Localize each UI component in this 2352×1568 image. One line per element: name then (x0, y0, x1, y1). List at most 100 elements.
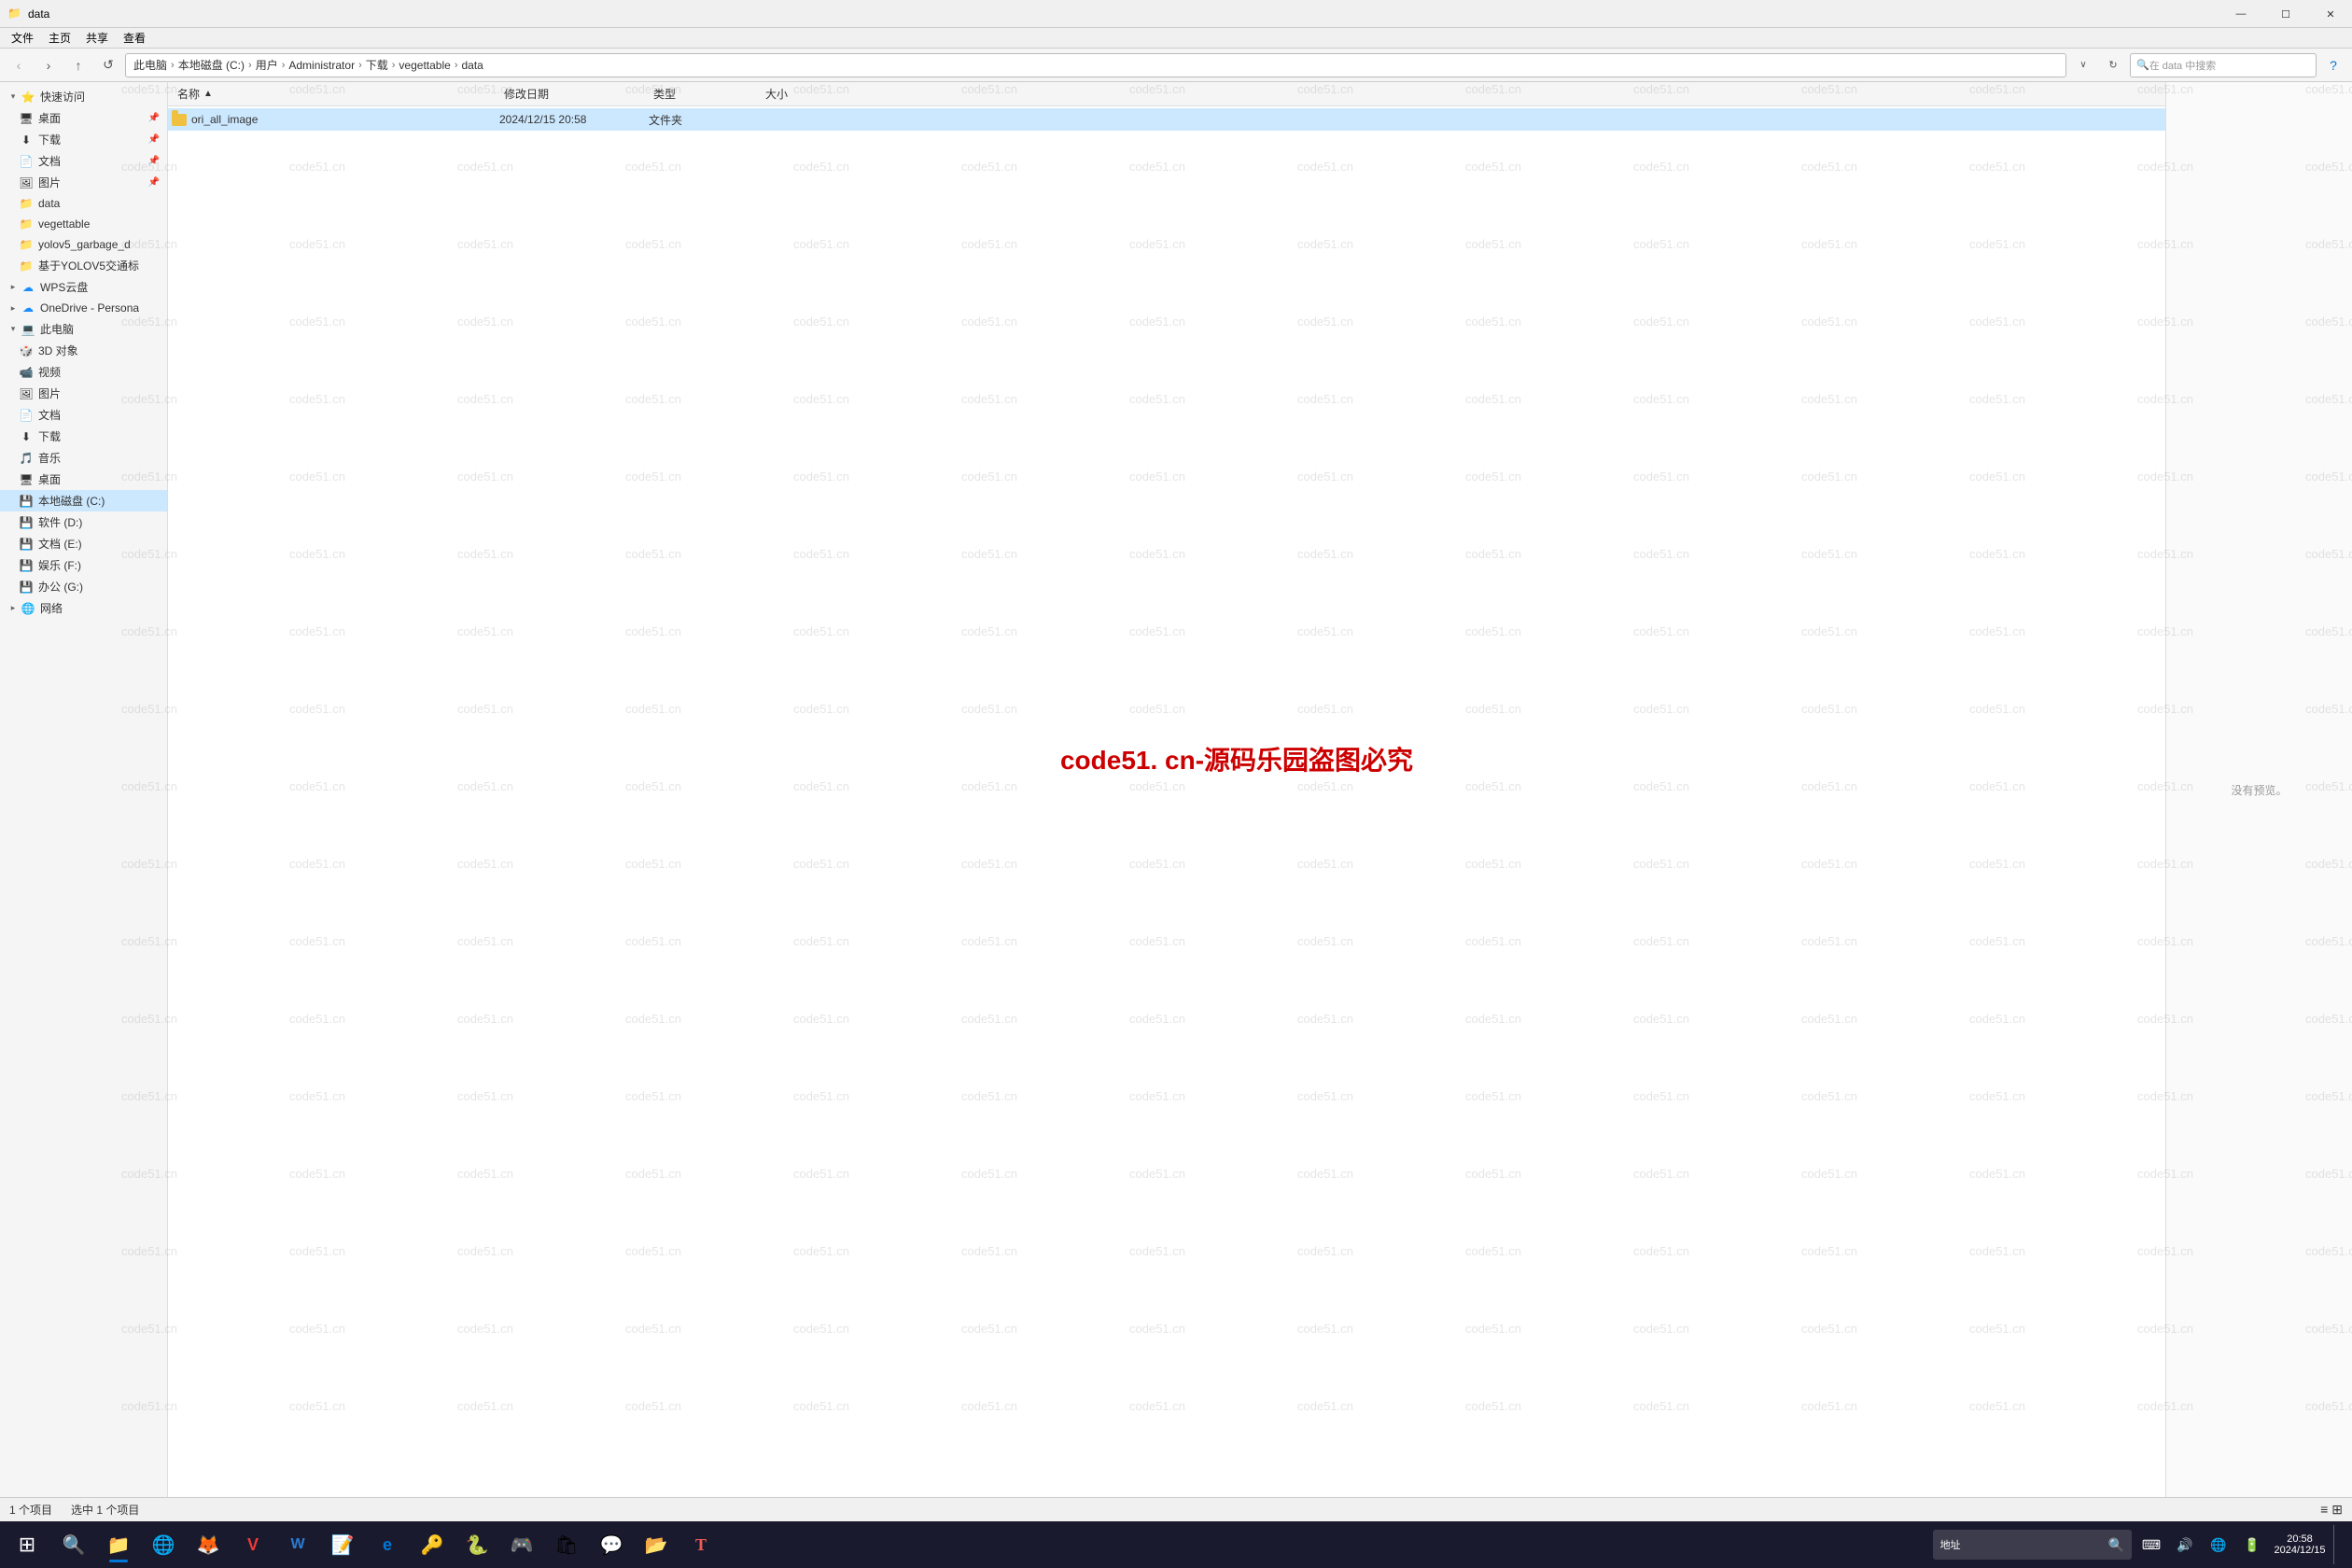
taskbar-address-input[interactable] (1965, 1538, 2105, 1551)
sidebar-item-jiyu[interactable]: 📁 基于YOLOV5交通标 (0, 255, 167, 276)
col-header-name[interactable]: 名称 ▲ (172, 82, 498, 105)
sidebar-downloads2[interactable]: ⬇ 下载 (0, 426, 167, 447)
sidebar-item-yolov5[interactable]: 📁 yolov5_garbage_d (0, 234, 167, 255)
sidebar-3d-objects[interactable]: 🎲 3D 对象 (0, 340, 167, 361)
sidebar-item-desktop[interactable]: 🖥 桌面 📌 (0, 107, 167, 129)
taskbar-wechat[interactable]: 💬 (590, 1525, 633, 1564)
address-part-1[interactable]: 本地磁盘 (C:) (178, 57, 245, 73)
forward-button[interactable]: › (35, 52, 62, 78)
address-part-3[interactable]: Administrator (288, 59, 355, 72)
taskbar-volume-icon[interactable]: 🔊 (2171, 1525, 2199, 1564)
sidebar-software-d[interactable]: 💾 软件 (D:) (0, 511, 167, 533)
network-expander: ▸ (7, 603, 19, 614)
sidebar-local-c[interactable]: 💾 本地磁盘 (C:) (0, 490, 167, 511)
sidebar-item-documents[interactable]: 📄 文档 📌 (0, 150, 167, 172)
table-row[interactable]: ori_all_image 2024/12/15 20:58 文件夹 (168, 108, 2165, 131)
taskbar-edge[interactable]: e (366, 1525, 409, 1564)
minimize-button[interactable]: — (2219, 0, 2262, 28)
back-button[interactable]: ‹ (6, 52, 32, 78)
address-part-4[interactable]: 下载 (366, 57, 388, 73)
help-button[interactable]: ? (2320, 52, 2346, 78)
address-bar[interactable]: 此电脑 › 本地磁盘 (C:) › 用户 › Administrator › 下… (125, 53, 2066, 77)
address-part-0[interactable]: 此电脑 (133, 57, 167, 73)
col-header-type[interactable]: 类型 (648, 82, 760, 105)
taskbar-explorer[interactable]: 📁 (97, 1525, 140, 1564)
taskbar-keyboard-icon[interactable]: ⌨ (2137, 1525, 2165, 1564)
taskbar-store[interactable]: 🛍 (545, 1525, 588, 1564)
taskbar-notes[interactable]: 📝 (321, 1525, 364, 1564)
refresh-button[interactable]: ↺ (95, 52, 121, 78)
title-bar: 📁 data — ☐ ✕ (0, 0, 2352, 28)
close-button[interactable]: ✕ (2309, 0, 2352, 28)
taskbar-battery-icon[interactable]: 🔋 (2238, 1525, 2266, 1564)
sidebar-docs2[interactable]: 📄 文档 (0, 404, 167, 426)
sidebar-office-g[interactable]: 💾 办公 (G:) (0, 576, 167, 597)
taskbar-typora[interactable]: T (679, 1525, 722, 1564)
local-c-icon: 💾 (19, 494, 34, 509)
taskbar-network-icon[interactable]: 🌐 (2205, 1525, 2233, 1564)
search-bar[interactable]: 🔍 在 data 中搜索 (2130, 53, 2317, 77)
sidebar-desktop2[interactable]: 🖥 桌面 (0, 469, 167, 490)
sidebar-data-label: data (38, 197, 60, 210)
maximize-button[interactable]: ☐ (2264, 0, 2307, 28)
pictures2-icon: 🖼 (19, 386, 34, 401)
title-bar-icon: 📁 (7, 7, 22, 21)
app1-taskbar-icon: 🎮 (509, 1532, 535, 1558)
taskbar-date: 2024/12/15 (2274, 1545, 2325, 1556)
col-header-size[interactable]: 大小 (760, 82, 853, 105)
explorer-body: ▾ ⭐ 快速访问 🖥 桌面 📌 ⬇ 下载 📌 📄 文档 📌 🖼 图片 📌 📁 d… (0, 82, 2352, 1497)
docs2-icon: 📄 (19, 408, 34, 423)
taskbar-address-search-icon[interactable]: 🔍 (2108, 1537, 2124, 1553)
sidebar-quick-access[interactable]: ▾ ⭐ 快速访问 (0, 86, 167, 107)
taskbar-search[interactable]: 🔍 (52, 1525, 95, 1564)
taskbar-address-box[interactable]: 地址 🔍 (1933, 1530, 2132, 1560)
sidebar-item-vegettable[interactable]: 📁 vegettable (0, 214, 167, 234)
address-part-5[interactable]: vegettable (399, 59, 450, 72)
menu-share[interactable]: 共享 (78, 28, 116, 48)
menu-view[interactable]: 查看 (116, 28, 153, 48)
grid-view-icon[interactable]: ⊞ (2331, 1502, 2343, 1518)
music-icon: 🎵 (19, 451, 34, 466)
jiyu-icon: 📁 (19, 259, 34, 273)
address-part-6[interactable]: data (461, 59, 483, 72)
collapse-nav-button[interactable]: ∨ (2070, 52, 2096, 78)
sidebar-item-data[interactable]: 📁 data (0, 193, 167, 214)
taskbar-word[interactable]: W (276, 1525, 319, 1564)
status-selected: 选中 1 个项目 (71, 1502, 139, 1518)
sidebar-item-downloads[interactable]: ⬇ 下载 📌 (0, 129, 167, 150)
up-button[interactable]: ↑ (65, 52, 91, 78)
sidebar-music[interactable]: 🎵 音乐 (0, 447, 167, 469)
sidebar-wps[interactable]: ▸ ☁ WPS云盘 (0, 276, 167, 298)
menu-home[interactable]: 主页 (41, 28, 78, 48)
sidebar-onedrive[interactable]: ▸ ☁ OneDrive - Persona (0, 298, 167, 318)
search-placeholder: 在 data 中搜索 (2149, 58, 2217, 73)
list-view-icon[interactable]: ≡ (2320, 1502, 2328, 1518)
taskbar-app1[interactable]: 🎮 (500, 1525, 543, 1564)
sidebar-entertainment-f[interactable]: 💾 娱乐 (F:) (0, 554, 167, 576)
sidebar-this-pc-label: 此电脑 (40, 321, 74, 337)
taskbar-keepass[interactable]: 🔑 (411, 1525, 454, 1564)
software-d-icon: 💾 (19, 515, 34, 530)
address-part-2[interactable]: 用户 (256, 57, 278, 73)
taskbar-clock[interactable]: 20:58 2024/12/15 (2272, 1533, 2328, 1556)
sidebar-videos[interactable]: 📹 视频 (0, 361, 167, 383)
sidebar-network[interactable]: ▸ 🌐 网络 (0, 597, 167, 619)
taskbar-vivaldi[interactable]: V (231, 1525, 274, 1564)
taskbar-files2[interactable]: 📂 (635, 1525, 678, 1564)
taskbar-chrome[interactable]: 🌐 (142, 1525, 185, 1564)
sidebar-item-pictures[interactable]: 🖼 图片 📌 (0, 172, 167, 193)
column-headers: 名称 ▲ 修改日期 类型 大小 (168, 82, 2165, 106)
sidebar-pictures2[interactable]: 🖼 图片 (0, 383, 167, 404)
files2-taskbar-icon: 📂 (643, 1532, 669, 1558)
col-header-date[interactable]: 修改日期 (498, 82, 648, 105)
sidebar-this-pc[interactable]: ▾ 💻 此电脑 (0, 318, 167, 340)
taskbar-show-desktop[interactable] (2333, 1525, 2341, 1564)
sidebar-documents-e[interactable]: 💾 文档 (E:) (0, 533, 167, 554)
start-button[interactable]: ⊞ (4, 1525, 50, 1564)
nav-refresh-button[interactable]: ↻ (2100, 52, 2126, 78)
wps-icon: ☁ (21, 280, 35, 295)
menu-file[interactable]: 文件 (4, 28, 41, 48)
taskbar-firefox[interactable]: 🦊 (187, 1525, 230, 1564)
3d-icon: 🎲 (19, 343, 34, 358)
taskbar-pycharm[interactable]: 🐍 (455, 1525, 498, 1564)
